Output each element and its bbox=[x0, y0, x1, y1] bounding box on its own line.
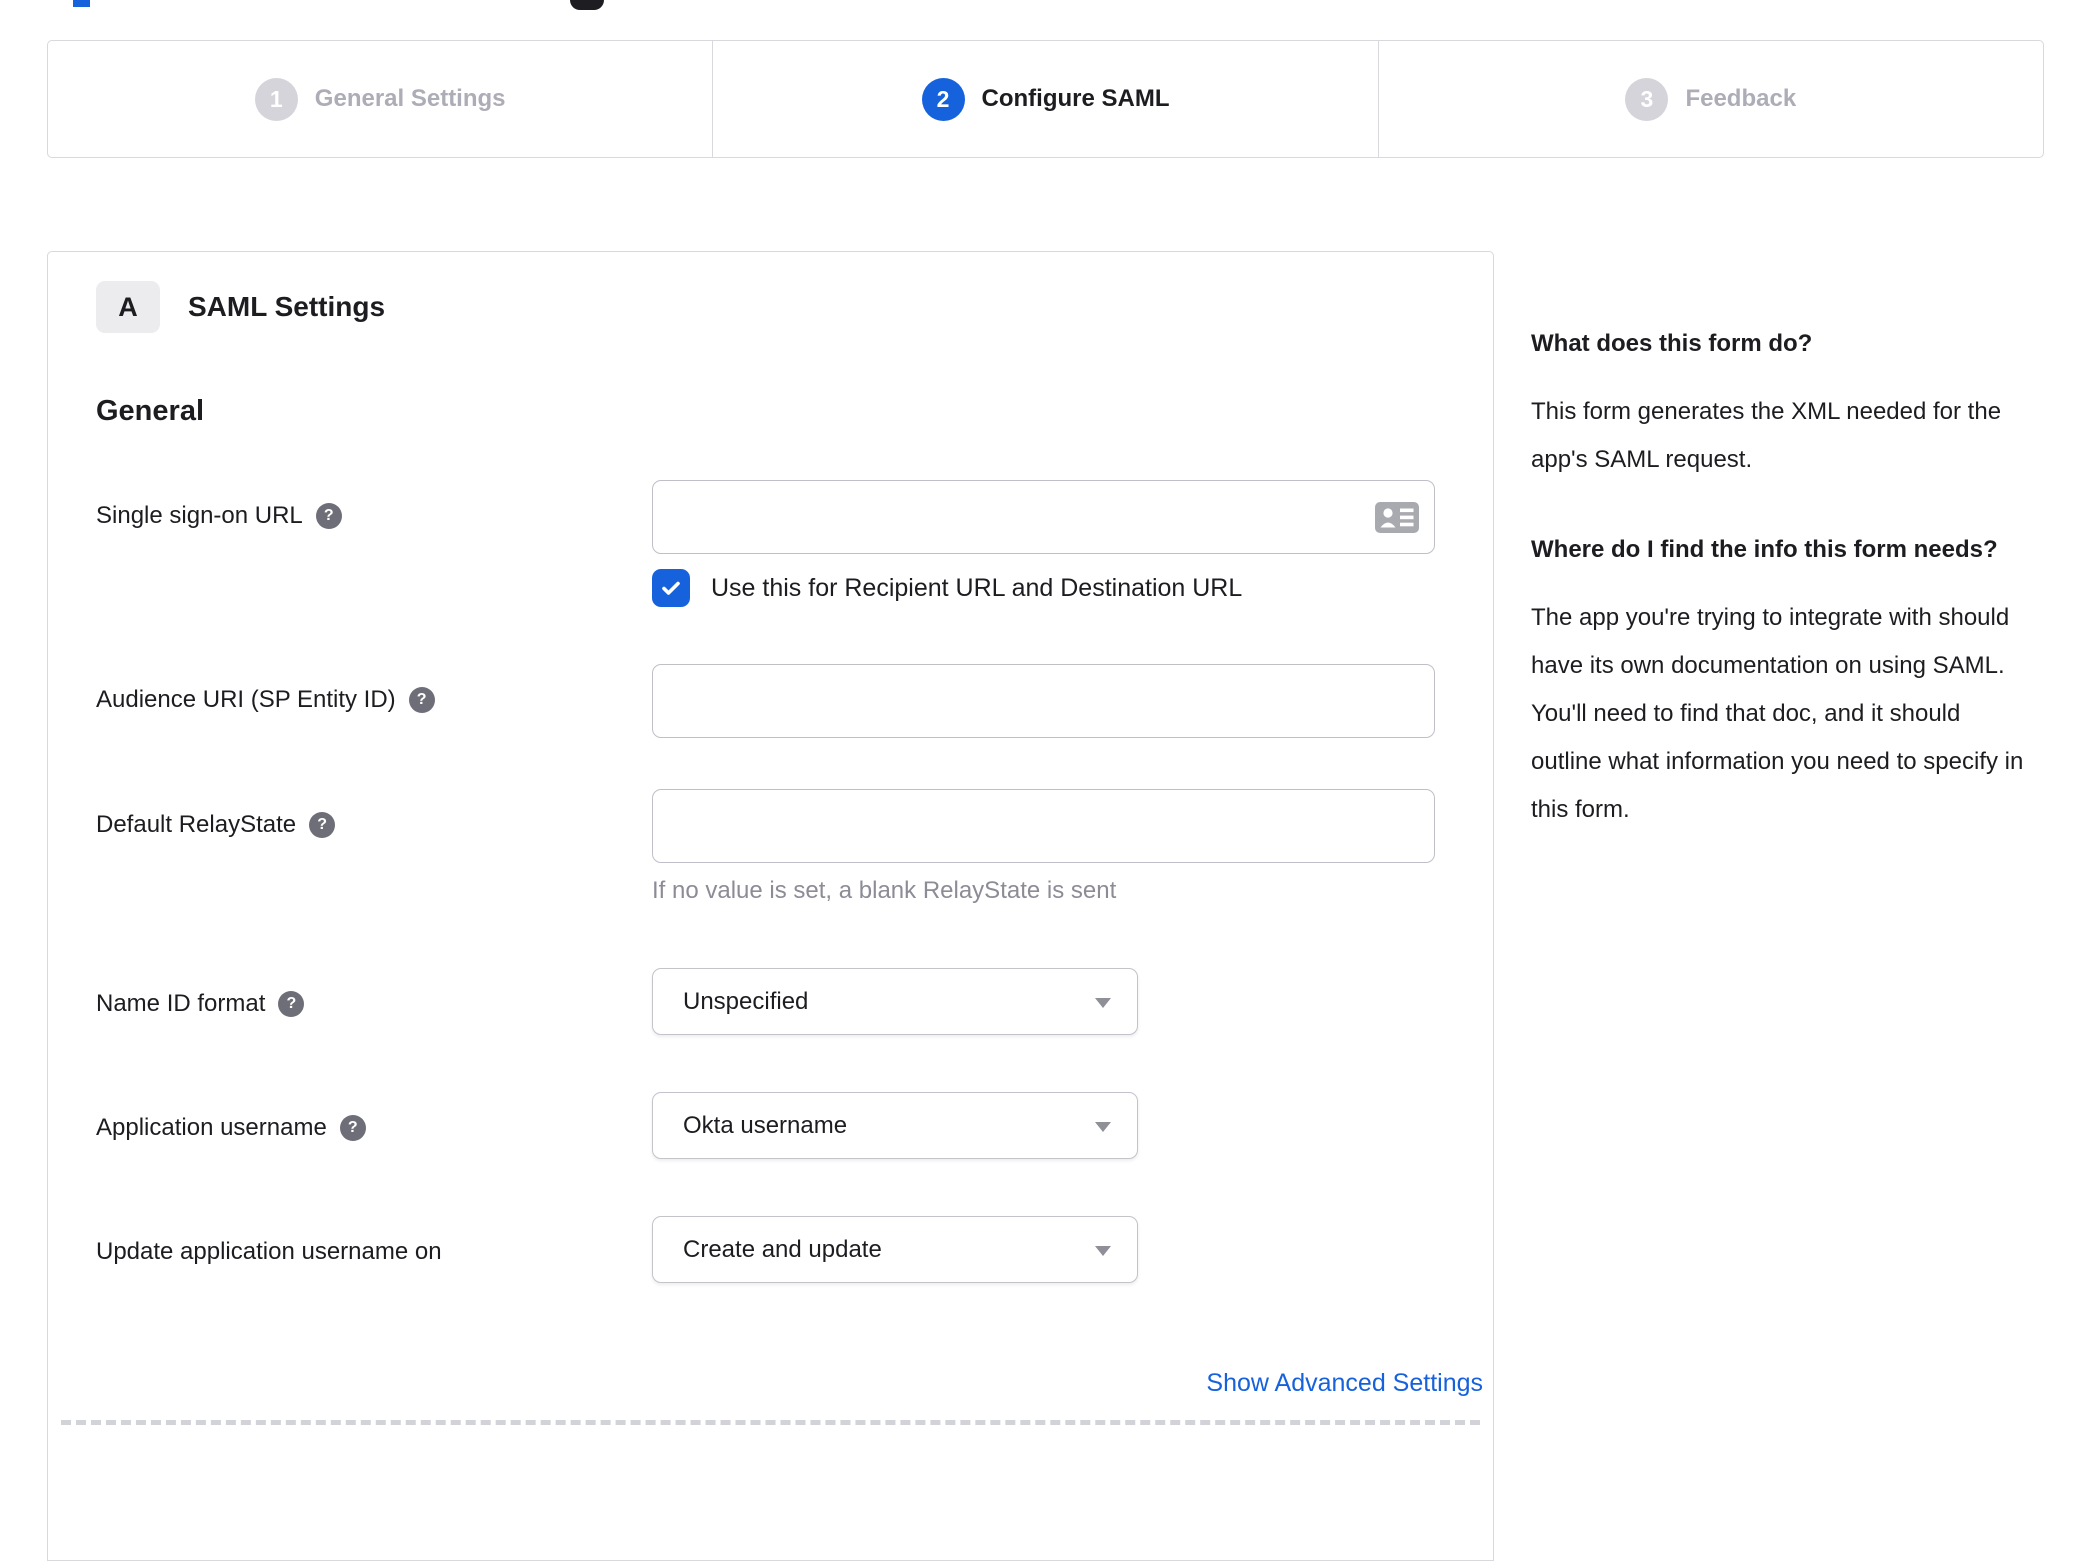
wizard-stepper: 1 General Settings 2 Configure SAML 3 Fe… bbox=[47, 40, 2044, 158]
chevron-down-icon bbox=[1095, 998, 1111, 1008]
field-row-single-sign-on-url: Single sign-on URL ? Use this for Recipi… bbox=[96, 480, 1445, 608]
select-value: Unspecified bbox=[683, 987, 809, 1015]
checkbox-label: Use this for Recipient URL and Destinati… bbox=[711, 573, 1243, 602]
single-sign-on-url-input[interactable] bbox=[652, 480, 1435, 554]
question-mark-icon[interactable]: ? bbox=[309, 812, 336, 838]
step-general-settings[interactable]: 1 General Settings bbox=[48, 41, 712, 157]
question-mark-icon[interactable]: ? bbox=[408, 687, 435, 713]
step-label: Feedback bbox=[1685, 85, 1797, 112]
contact-card-icon bbox=[1375, 502, 1419, 533]
question-mark-icon[interactable]: ? bbox=[339, 1115, 366, 1141]
step-number-badge: 3 bbox=[1625, 77, 1669, 121]
cutoff-logo-fragment bbox=[570, 0, 604, 10]
saml-settings-panel: A SAML Settings General Single sign-on U… bbox=[47, 251, 1494, 1561]
section-badge: A bbox=[96, 281, 160, 333]
help-sidebar: What does this form do? This form genera… bbox=[1531, 322, 2036, 878]
field-row-update-application-username: Update application username on Create an… bbox=[96, 1216, 1445, 1283]
field-row-name-id-format: Name ID format ? Unspecified bbox=[96, 968, 1445, 1035]
help-heading: Where do I find the info this form needs… bbox=[1531, 536, 1998, 563]
help-body: This form generates the XML needed for t… bbox=[1531, 398, 2002, 473]
field-label: Audience URI (SP Entity ID) bbox=[96, 686, 396, 713]
select-value: Create and update bbox=[683, 1235, 882, 1263]
step-configure-saml[interactable]: 2 Configure SAML bbox=[712, 41, 1377, 157]
audience-uri-input[interactable] bbox=[652, 664, 1435, 738]
question-mark-icon[interactable]: ? bbox=[315, 503, 342, 529]
section-header: A SAML Settings bbox=[96, 281, 1445, 333]
field-row-default-relaystate: Default RelayState ? If no value is set,… bbox=[96, 789, 1445, 905]
default-relaystate-input[interactable] bbox=[652, 789, 1435, 863]
field-label: Single sign-on URL bbox=[96, 502, 303, 529]
section-dashed-divider bbox=[61, 1420, 1480, 1425]
chevron-down-icon bbox=[1095, 1122, 1111, 1132]
step-number-badge: 1 bbox=[254, 77, 298, 121]
question-mark-icon[interactable]: ? bbox=[278, 991, 305, 1017]
field-label: Update application username on bbox=[96, 1238, 442, 1265]
group-title-general: General bbox=[96, 395, 204, 427]
show-advanced-settings-link[interactable]: Show Advanced Settings bbox=[1206, 1369, 1483, 1397]
step-number-badge: 2 bbox=[921, 77, 965, 121]
field-label: Application username bbox=[96, 1114, 327, 1141]
field-label: Default RelayState bbox=[96, 811, 297, 838]
update-application-username-select[interactable]: Create and update bbox=[652, 1216, 1138, 1283]
application-username-select[interactable]: Okta username bbox=[652, 1092, 1138, 1159]
chevron-down-icon bbox=[1095, 1246, 1111, 1256]
recipient-url-checkbox[interactable] bbox=[652, 569, 690, 607]
field-row-application-username: Application username ? Okta username bbox=[96, 1092, 1445, 1159]
select-value: Okta username bbox=[683, 1111, 848, 1139]
relaystate-helper-text: If no value is set, a blank RelayState i… bbox=[652, 877, 1117, 904]
cutoff-blue-fragment bbox=[73, 0, 90, 7]
recipient-url-checkbox-row: Use this for Recipient URL and Destinati… bbox=[652, 568, 1445, 608]
section-title: SAML Settings bbox=[188, 291, 386, 322]
field-row-audience-uri: Audience URI (SP Entity ID) ? bbox=[96, 664, 1445, 738]
step-label: General Settings bbox=[314, 85, 506, 112]
step-label: Configure SAML bbox=[981, 85, 1170, 112]
step-feedback[interactable]: 3 Feedback bbox=[1377, 41, 2043, 157]
name-id-format-select[interactable]: Unspecified bbox=[652, 968, 1138, 1035]
field-label: Name ID format bbox=[96, 990, 266, 1017]
help-heading: What does this form do? bbox=[1531, 330, 1813, 357]
help-body: The app you're trying to integrate with … bbox=[1531, 604, 2024, 823]
checkmark-icon bbox=[662, 581, 680, 595]
